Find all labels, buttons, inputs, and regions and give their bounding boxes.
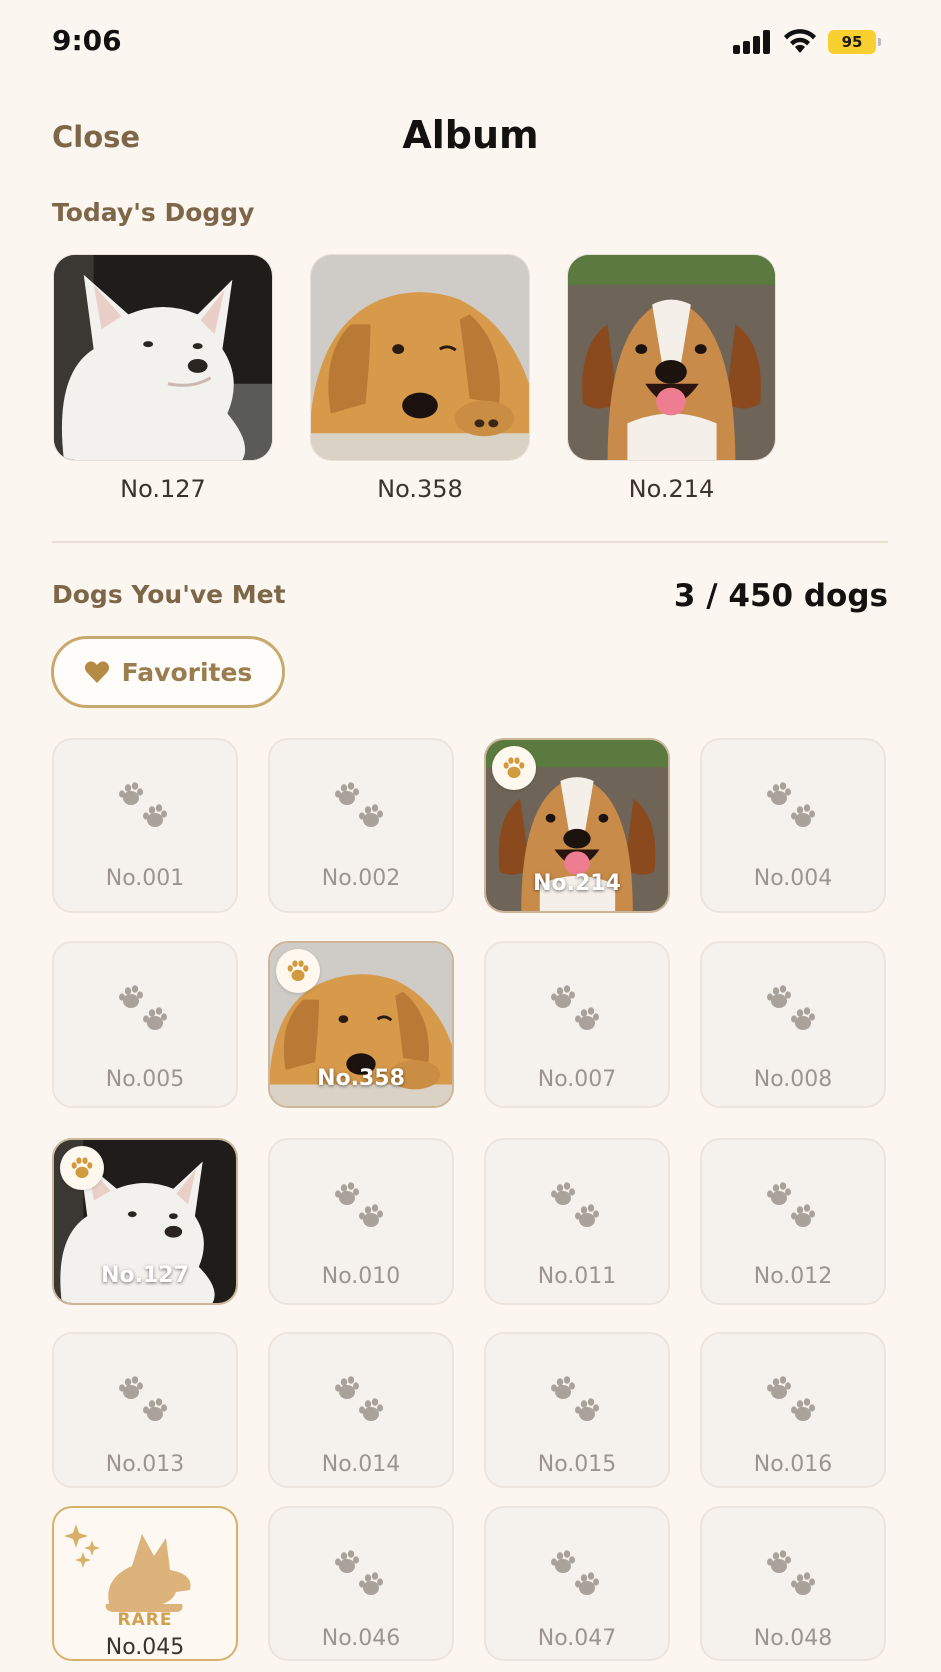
today-dog-card[interactable]: No.214 xyxy=(567,254,776,503)
favorites-label: Favorites xyxy=(121,657,253,687)
paw-placeholder-icon xyxy=(550,983,606,1039)
paw-placeholder-icon xyxy=(766,983,822,1039)
today-dog-label: No.358 xyxy=(377,475,463,503)
dog-number-label: No.004 xyxy=(753,866,833,891)
locked-dog-cell[interactable]: No.046 xyxy=(268,1506,454,1661)
paw-placeholder-icon xyxy=(118,780,174,836)
dog-number-label: No.002 xyxy=(321,866,401,891)
today-dog-label: No.127 xyxy=(120,475,206,503)
unlocked-dog-cell[interactable]: No.214 xyxy=(484,738,670,913)
page-title: Album xyxy=(402,113,539,157)
dog-count: 3 / 450 dogs xyxy=(673,578,888,614)
paw-placeholder-icon xyxy=(334,1180,390,1236)
paw-placeholder-icon xyxy=(766,1180,822,1236)
dog-number-label: No.214 xyxy=(533,871,621,896)
dog-number-label: No.015 xyxy=(537,1452,617,1477)
cellular-signal-icon xyxy=(733,30,773,54)
dog-number-label: No.127 xyxy=(101,1263,189,1288)
wifi-icon xyxy=(784,29,816,53)
today-dog-card[interactable]: No.358 xyxy=(310,254,530,503)
paw-placeholder-icon xyxy=(118,1374,174,1430)
today-dog-card[interactable]: No.127 xyxy=(53,254,273,503)
dog-number-label: No.010 xyxy=(321,1264,401,1289)
golden-retriever-photo xyxy=(310,254,530,461)
today-heading: Today's Doggy xyxy=(52,198,255,227)
locked-dog-cell[interactable]: No.016 xyxy=(700,1332,886,1488)
paw-placeholder-icon xyxy=(118,983,174,1039)
paw-badge-icon xyxy=(492,746,536,790)
status-bar: 9:06 95 xyxy=(0,0,941,86)
dog-number-label: No.014 xyxy=(321,1452,401,1477)
locked-dog-cell[interactable]: No.048 xyxy=(700,1506,886,1661)
paw-placeholder-icon xyxy=(550,1374,606,1430)
dog-number-label: No.001 xyxy=(105,866,185,891)
locked-dog-cell[interactable]: No.001 xyxy=(52,738,238,913)
section-divider xyxy=(52,541,888,543)
dog-number-label: No.012 xyxy=(753,1264,833,1289)
paw-placeholder-icon xyxy=(550,1548,606,1604)
dog-number-label: No.358 xyxy=(317,1066,405,1091)
rare-tag: RARE xyxy=(117,1610,173,1630)
dog-number-label: No.013 xyxy=(105,1452,185,1477)
locked-dog-cell[interactable]: No.010 xyxy=(268,1138,454,1305)
dog-number-label: No.011 xyxy=(537,1264,617,1289)
paw-placeholder-icon xyxy=(766,1548,822,1604)
locked-dog-cell[interactable]: No.007 xyxy=(484,941,670,1108)
locked-dog-cell[interactable]: No.047 xyxy=(484,1506,670,1661)
locked-dog-cell[interactable]: No.014 xyxy=(268,1332,454,1488)
status-time: 9:06 xyxy=(52,24,122,57)
paw-badge-icon xyxy=(276,949,320,993)
favorites-button[interactable]: Favorites xyxy=(51,636,285,708)
paw-placeholder-icon xyxy=(334,780,390,836)
dog-number-label: No.045 xyxy=(105,1635,185,1660)
locked-dog-cell[interactable]: No.002 xyxy=(268,738,454,913)
paw-placeholder-icon xyxy=(334,1374,390,1430)
paw-badge-icon xyxy=(60,1146,104,1190)
dog-number-label: No.016 xyxy=(753,1452,833,1477)
unlocked-dog-cell[interactable]: No.358 xyxy=(268,941,454,1108)
dog-number-label: No.047 xyxy=(537,1626,617,1651)
locked-dog-cell[interactable]: No.015 xyxy=(484,1332,670,1488)
beagle-photo xyxy=(567,254,776,461)
locked-dog-cell[interactable]: No.012 xyxy=(700,1138,886,1305)
locked-dog-cell[interactable]: No.011 xyxy=(484,1138,670,1305)
paw-placeholder-icon xyxy=(766,780,822,836)
locked-dog-cell[interactable]: No.004 xyxy=(700,738,886,913)
white-shiba-photo xyxy=(53,254,273,461)
dog-number-label: No.048 xyxy=(753,1626,833,1651)
dog-number-label: No.005 xyxy=(105,1067,185,1092)
paw-placeholder-icon xyxy=(550,1180,606,1236)
battery-icon: 95 xyxy=(828,30,881,54)
dog-number-label: No.046 xyxy=(321,1626,401,1651)
dog-number-label: No.008 xyxy=(753,1067,833,1092)
paw-placeholder-icon xyxy=(766,1374,822,1430)
locked-dog-cell[interactable]: No.008 xyxy=(700,941,886,1108)
heart-icon xyxy=(84,661,109,683)
rare-dog-cell[interactable]: RARE No.045 xyxy=(52,1506,238,1661)
locked-dog-cell[interactable]: No.005 xyxy=(52,941,238,1108)
met-heading: Dogs You've Met xyxy=(52,580,286,609)
locked-dog-cell[interactable]: No.013 xyxy=(52,1332,238,1488)
paw-placeholder-icon xyxy=(334,1548,390,1604)
unlocked-dog-cell[interactable]: No.127 xyxy=(52,1138,238,1305)
today-dog-label: No.214 xyxy=(628,475,715,503)
dog-number-label: No.007 xyxy=(537,1067,617,1092)
